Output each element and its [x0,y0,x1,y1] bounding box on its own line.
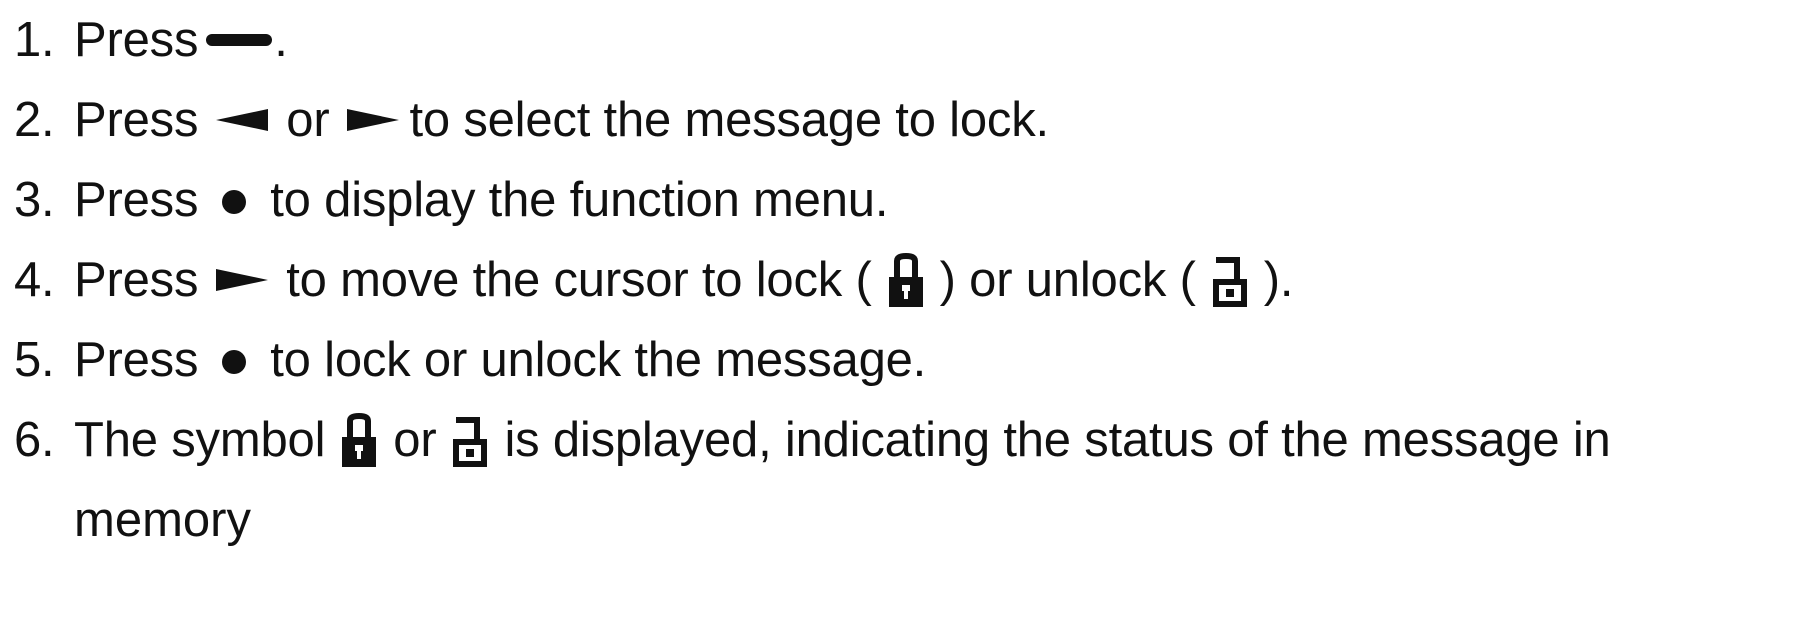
step-1: 1. Press . [14,0,288,80]
right-arrow-icon [343,105,403,135]
step-number: 4. [14,253,55,307]
step-6-continuation: memory [74,480,251,560]
step-text: to lock or unlock the message. [270,333,927,387]
step-text: ) or unlock ( [939,253,1196,307]
step-3: 3. Press to display the function menu. [14,160,888,240]
left-arrow-icon [212,105,272,135]
dot-button-icon [212,185,256,215]
step-number: 5. [14,333,55,387]
step-number: 1. [14,13,55,67]
step-6: 6. The symbol or is displayed, indicatin… [14,400,1611,480]
step-text: to move the cursor to lock ( [286,253,872,307]
step-text: Press [74,333,199,387]
step-4: 4. Press to move the cursor to lock ( ) … [14,240,1293,320]
step-text: Press [74,253,199,307]
dot-button-icon [212,345,256,375]
step-text: memory [74,493,251,547]
lock-closed-icon [339,409,379,471]
step-5: 5. Press to lock or unlock the message. [14,320,926,400]
right-arrow-icon [212,265,272,295]
step-text: Press [74,13,199,67]
lock-open-icon [1210,249,1250,311]
step-text: to display the function menu. [270,173,889,227]
step-number: 6. [14,413,55,467]
lock-open-icon [450,409,490,471]
lock-closed-icon [886,249,926,311]
step-text: or [286,93,330,147]
dash-button-icon [204,30,274,50]
step-text: or [393,413,437,467]
step-text: is displayed, indicating the status of t… [504,413,1611,467]
step-number: 3. [14,173,55,227]
step-text: ). [1263,253,1294,307]
step-text: Press [74,93,199,147]
step-number: 2. [14,93,55,147]
step-text: . [274,13,288,67]
step-text: The symbol [74,413,326,467]
step-text: Press [74,173,199,227]
step-text: to select the message to lock. [409,93,1049,147]
step-2: 2. Press or to select the message to loc… [14,80,1049,160]
